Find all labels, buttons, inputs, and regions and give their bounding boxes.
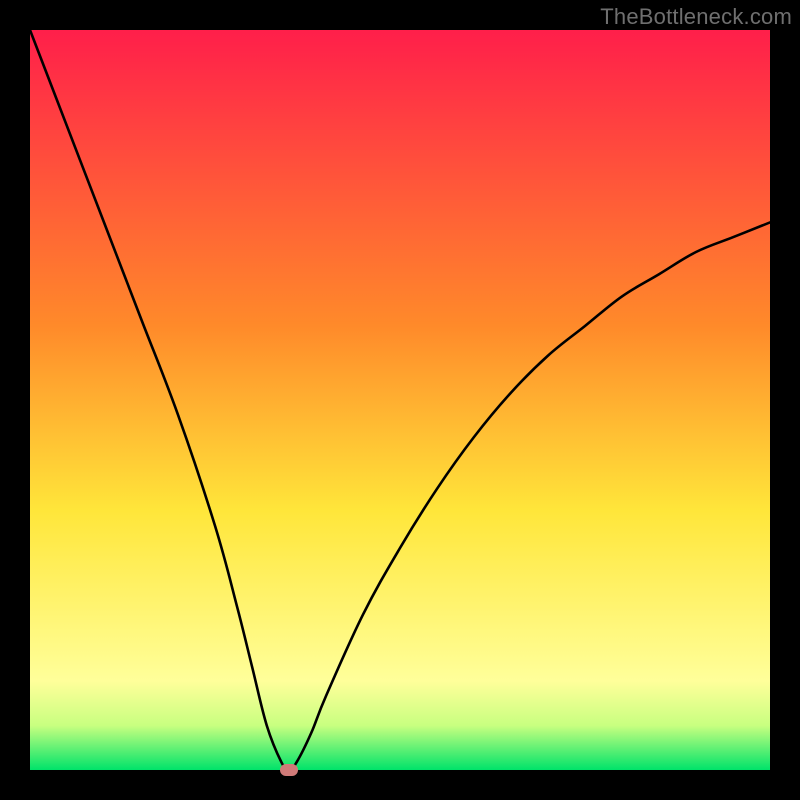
optimal-point-marker <box>280 764 298 776</box>
watermark-text: TheBottleneck.com <box>600 4 792 30</box>
background-gradient <box>30 30 770 770</box>
plot-area <box>30 30 770 770</box>
chart-frame: TheBottleneck.com <box>0 0 800 800</box>
